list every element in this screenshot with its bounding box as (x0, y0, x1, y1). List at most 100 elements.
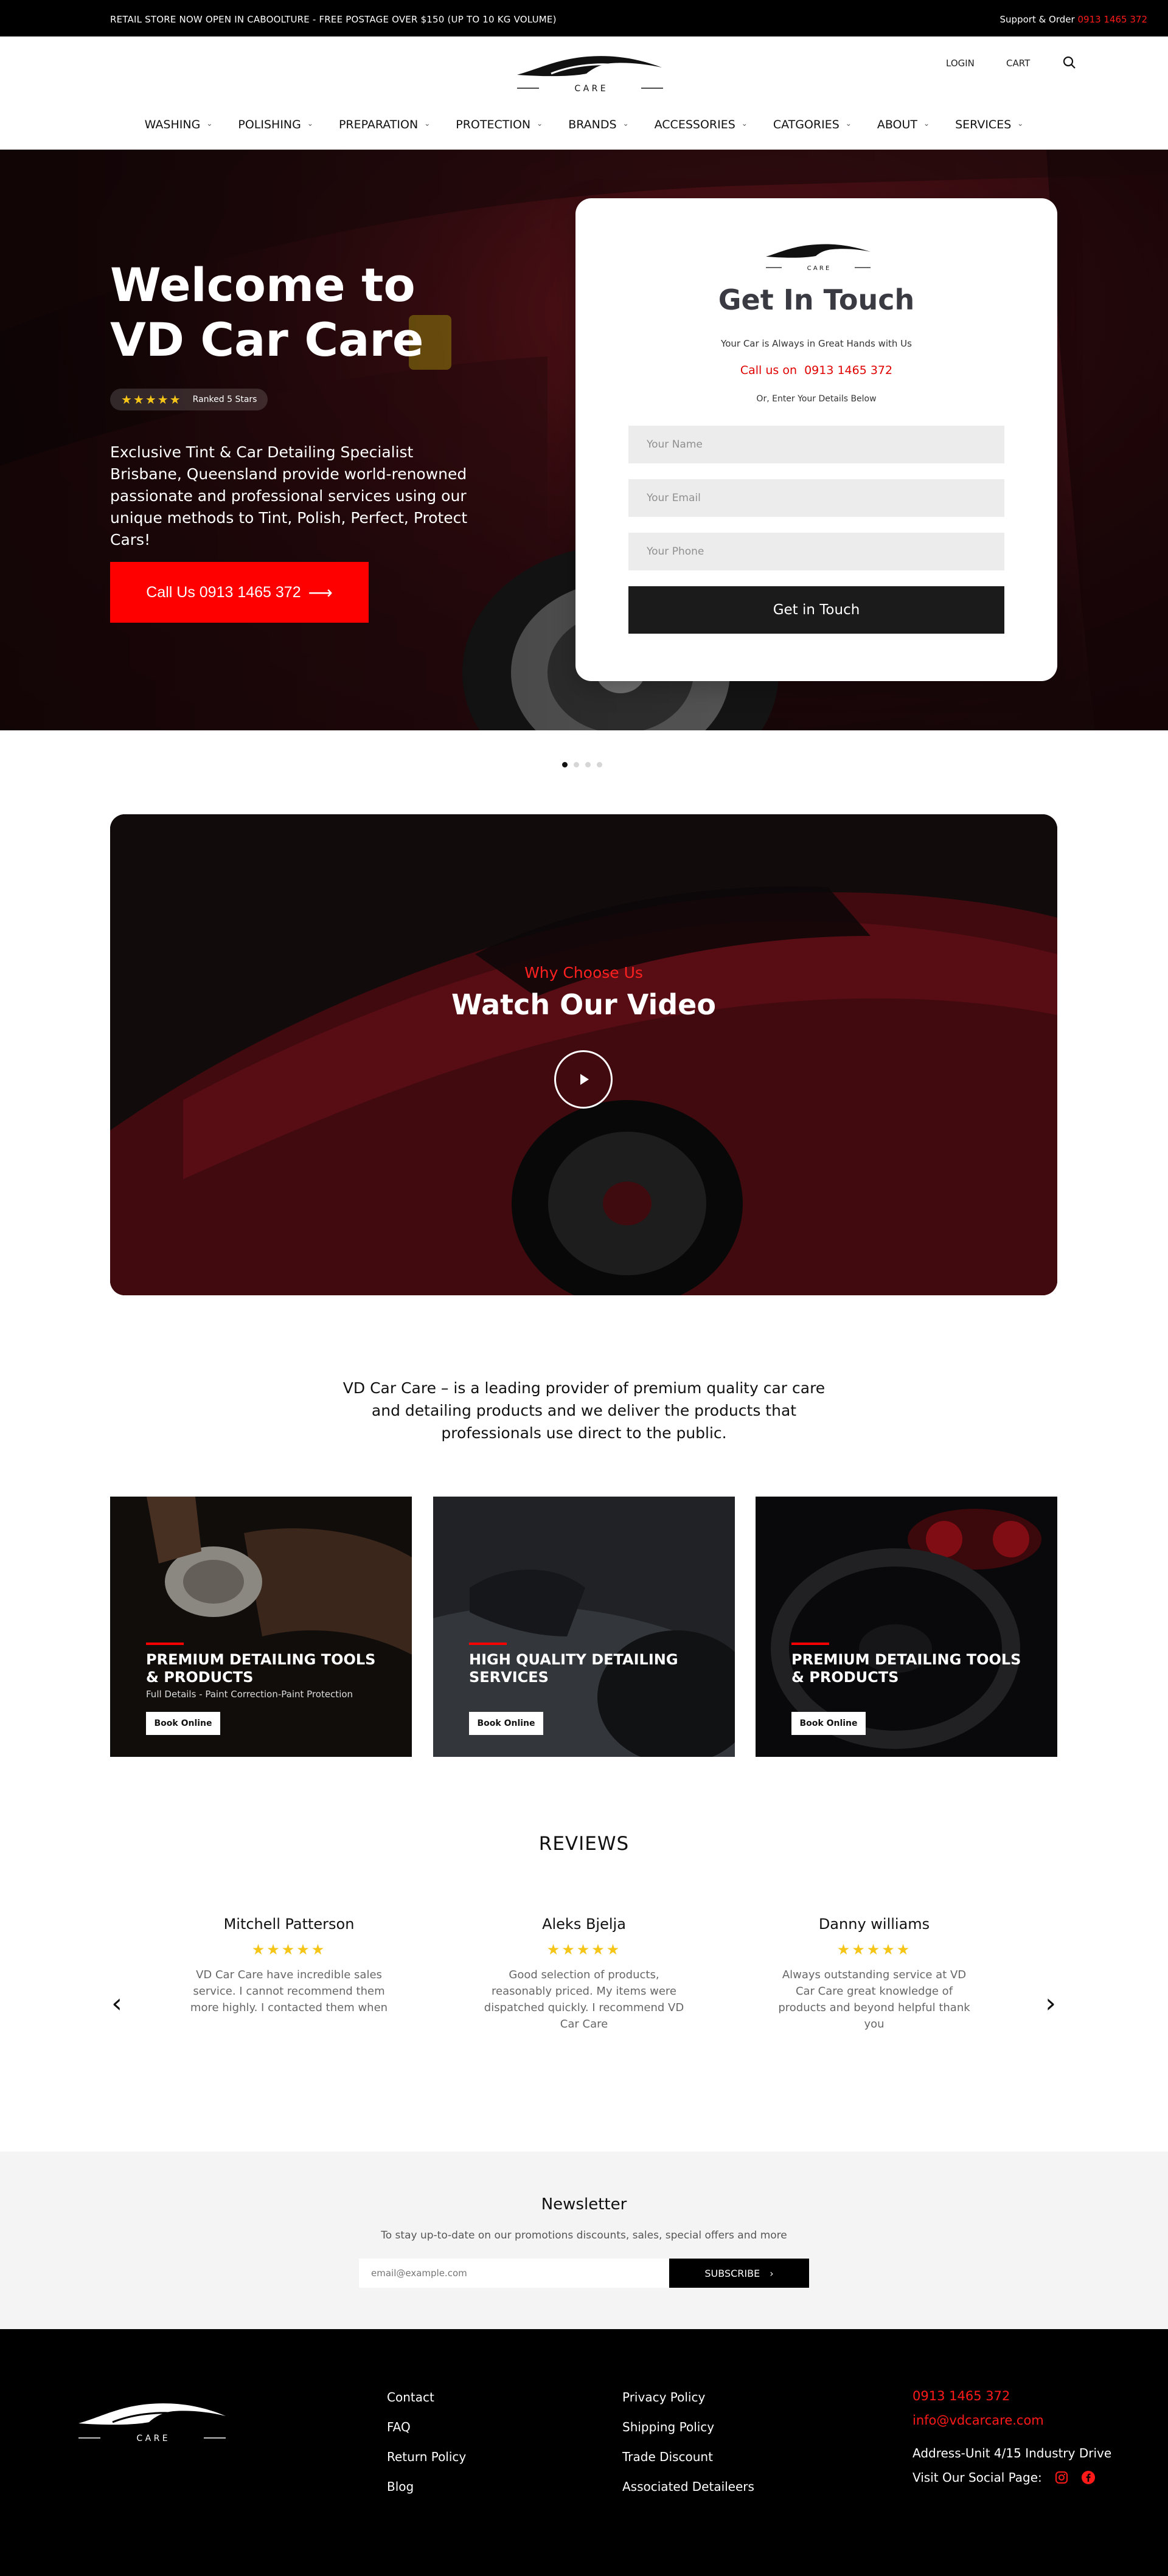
newsletter-email-input[interactable] (359, 2259, 669, 2288)
announcement-bar: RETAIL STORE NOW OPEN IN CABOOLTURE - FR… (0, 0, 1168, 36)
chevron-down-icon: ⌄ (307, 119, 313, 128)
facebook-icon[interactable] (1081, 2470, 1096, 2485)
nav-polishing[interactable]: POLISHING ⌄ (232, 113, 319, 137)
video-eyebrow: Why Choose Us (524, 964, 643, 982)
reviewer-name: Aleks Bjelja (542, 1916, 626, 1933)
star-rating-icon: ★★★★★ (546, 1941, 622, 1958)
review-card: Danny williams ★★★★★ Always outstanding … (774, 1916, 975, 2032)
footer-contact: 0913 1465 372 info@vdcarcare.com Address… (912, 2389, 1111, 2485)
main-nav: WASHING ⌄ POLISHING ⌄ PREPARATION ⌄ PROTECT… (0, 113, 1168, 137)
nav-washing[interactable]: WASHING ⌄ (139, 113, 219, 137)
video-section: Why Choose Us Watch Our Video (110, 814, 1057, 1295)
footer-link-privacy[interactable]: Privacy Policy (622, 2390, 754, 2405)
contact-title: Get In Touch (718, 283, 915, 316)
next-arrow-icon[interactable]: › (1041, 1990, 1060, 2017)
book-online-button[interactable]: Book Online (469, 1712, 543, 1735)
service-card[interactable]: PREMIUM DETAILING TOOLS & PRODUCTS Book … (756, 1497, 1057, 1757)
call-us-label: Call Us 0913 1465 372 (146, 583, 301, 601)
nav-services[interactable]: SERVICES ⌄ (949, 113, 1029, 137)
cart-link[interactable]: CART (1006, 58, 1030, 69)
service-title: HIGH QUALITY DETAILING SERVICES (469, 1651, 678, 1686)
footer-link-faq[interactable]: FAQ (387, 2420, 466, 2435)
slider-dot[interactable] (562, 762, 568, 767)
nav-label: SERVICES (955, 118, 1012, 131)
chevron-right-icon: › (770, 2267, 774, 2279)
reviews-title: REVIEWS (538, 1833, 630, 1855)
play-button[interactable] (554, 1050, 613, 1109)
footer-logo[interactable]: C A R E (76, 2398, 228, 2446)
chevron-down-icon: ⌄ (741, 119, 748, 128)
call-label: Call us on (740, 364, 798, 377)
chevron-down-icon: ⌄ (1017, 119, 1024, 128)
site-logo[interactable]: C A R E (515, 50, 666, 98)
slider-pagination (562, 762, 602, 767)
form-hint: Or, Enter Your Details Below (756, 394, 877, 404)
rating-badge: ★★★★★ Ranked 5 Stars (110, 389, 268, 410)
nav-brands[interactable]: BRANDS ⌄ (562, 113, 634, 137)
nav-label: PROTECTION (456, 118, 531, 131)
footer-link-return-policy[interactable]: Return Policy (387, 2450, 466, 2465)
chevron-down-icon: ⌄ (622, 119, 629, 128)
get-in-touch-button[interactable]: Get in Touch (628, 586, 1004, 634)
video-title: Watch Our Video (451, 988, 716, 1021)
email-field[interactable] (628, 479, 1004, 517)
footer-link-blog[interactable]: Blog (387, 2479, 466, 2495)
footer-links-col1: Contact FAQ Return Policy Blog (387, 2390, 466, 2495)
nav-accessories[interactable]: ACCESSORIES ⌄ (648, 113, 754, 137)
hero-title-line2: VD Car Care (110, 313, 424, 367)
footer-link-trade[interactable]: Trade Discount (622, 2450, 754, 2465)
rating-label: Ranked 5 Stars (192, 395, 257, 404)
slider-dot[interactable] (597, 762, 602, 767)
book-online-button[interactable]: Book Online (146, 1712, 220, 1735)
review-text: VD Car Care have incredible sales servic… (190, 1968, 388, 2014)
prev-arrow-icon[interactable]: ‹ (108, 1990, 126, 2017)
nav-protection[interactable]: PROTECTION ⌄ (450, 113, 549, 137)
accent-bar (791, 1643, 829, 1645)
nav-label: BRANDS (568, 118, 617, 131)
footer-link-detaileers[interactable]: Associated Detaileers (622, 2479, 754, 2495)
nav-about[interactable]: ABOUT ⌄ (871, 113, 936, 137)
search-icon[interactable] (1062, 55, 1077, 71)
slider-dot[interactable] (585, 762, 591, 767)
call-number[interactable]: 0913 1465 372 (804, 364, 892, 377)
support-order[interactable]: Support & Order 0913 1465 372 (1000, 14, 1147, 25)
service-card[interactable]: PREMIUM DETAILING TOOLS & PRODUCTS Full … (110, 1497, 412, 1757)
instagram-icon[interactable] (1054, 2470, 1069, 2485)
site-header: C A R E LOGIN CART WASHING ⌄ POLISHING ⌄ P… (0, 36, 1168, 150)
service-card[interactable]: HIGH QUALITY DETAILING SERVICES Book Onl… (433, 1497, 735, 1757)
nav-categories[interactable]: CATGORIES ⌄ (767, 113, 858, 137)
chevron-down-icon: ⌄ (424, 119, 431, 128)
promo-text: RETAIL STORE NOW OPEN IN CABOOLTURE - FR… (110, 14, 557, 25)
accent-bar (469, 1643, 507, 1645)
nav-label: ABOUT (877, 118, 918, 131)
phone-field[interactable] (628, 533, 1004, 570)
support-label: Support & Order (999, 14, 1075, 25)
subscribe-button[interactable]: SUBSCRIBE › (669, 2259, 809, 2288)
hero-title-line1: Welcome to (110, 258, 415, 312)
nav-label: POLISHING (238, 118, 301, 131)
login-link[interactable]: LOGIN (946, 58, 975, 69)
hero-title: Welcome to VD Car Care (110, 258, 536, 367)
footer-link-shipping[interactable]: Shipping Policy (622, 2420, 754, 2435)
subscribe-label: SUBSCRIBE (704, 2267, 760, 2279)
svg-text:C A R E: C A R E (574, 84, 605, 94)
review-text: Good selection of products, reasonably p… (484, 1968, 684, 2031)
footer-link-contact[interactable]: Contact (387, 2390, 466, 2405)
star-rating-icon: ★★★★★ (836, 1941, 912, 1958)
review-card: Aleks Bjelja ★★★★★ Good selection of pro… (484, 1916, 684, 2032)
name-field[interactable] (628, 426, 1004, 463)
contact-call: Call us on 0913 1465 372 (575, 364, 1057, 377)
slider-dot[interactable] (574, 762, 579, 767)
support-phone[interactable]: 0913 1465 372 (1077, 14, 1147, 25)
call-us-button[interactable]: Call Us 0913 1465 372 ⟶ (110, 562, 369, 623)
nav-preparation[interactable]: PREPARATION ⌄ (333, 113, 436, 137)
book-online-button[interactable]: Book Online (791, 1712, 866, 1735)
footer-phone[interactable]: 0913 1465 372 (912, 2389, 1111, 2403)
star-rating-icon: ★★★★★ (121, 392, 182, 407)
chevron-down-icon: ⌄ (923, 119, 930, 128)
card-logo: C A R E (766, 244, 871, 272)
reviewer-name: Danny williams (818, 1916, 930, 1933)
footer-email[interactable]: info@vdcarcare.com (912, 2413, 1111, 2428)
newsletter-subtitle: To stay up-to-date on our promotions dis… (381, 2229, 787, 2242)
hero-banner: Welcome to VD Car Care ★★★★★ Ranked 5 St… (0, 150, 1168, 730)
